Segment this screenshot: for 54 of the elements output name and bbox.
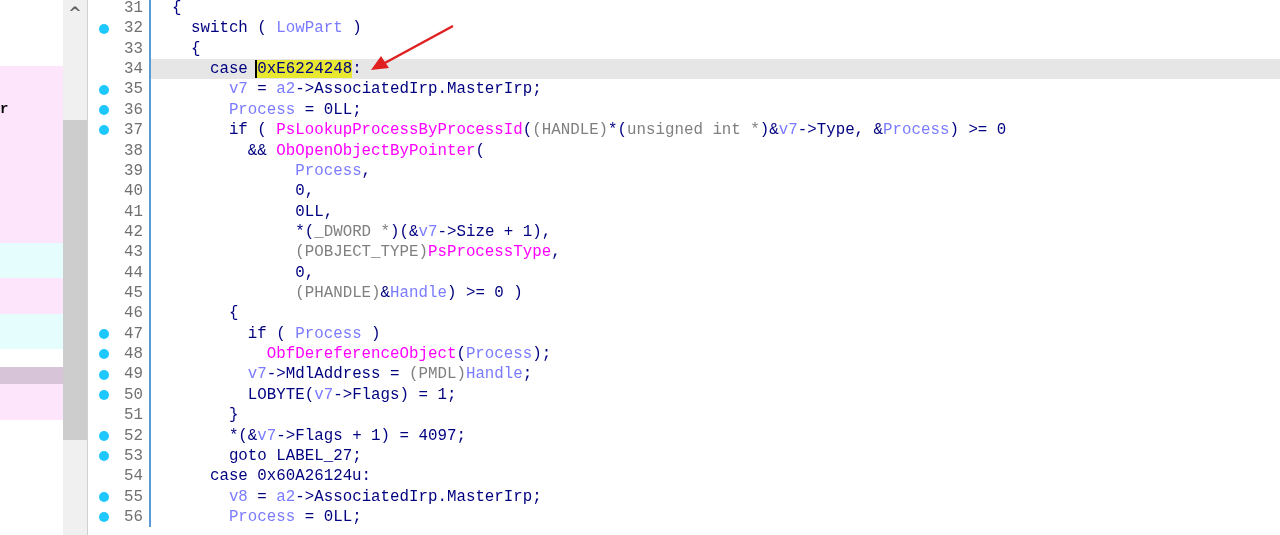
- line-number: 55: [124, 486, 143, 507]
- row-text: r: [0, 101, 9, 120]
- line-number: 31: [124, 0, 143, 19]
- line-number: 37: [124, 120, 143, 141]
- code-line: *(&v7->Flags + 1) = 4097;: [228, 425, 466, 446]
- code-line: if ( Process ): [247, 323, 381, 345]
- line-number: 41: [124, 201, 143, 222]
- code-line: Process = 0LL;: [228, 99, 362, 121]
- code-line: case 0x60A26124u:: [209, 466, 372, 487]
- line-number: 39: [124, 160, 143, 182]
- scrollbar-thumb[interactable]: [63, 120, 87, 440]
- code-line: {: [228, 303, 239, 324]
- line-number: 38: [124, 140, 143, 161]
- code-line: LOBYTE(v7->Flags) = 1;: [247, 384, 457, 406]
- line-number: 43: [124, 242, 143, 263]
- code-line: (PHANDLE)&Handle) >= 0 ): [295, 283, 523, 304]
- code-line: {: [172, 0, 182, 19]
- line-number: 46: [124, 303, 143, 324]
- code-line: Process,: [295, 160, 372, 182]
- line-number: 56: [124, 507, 143, 528]
- line-number: 47: [124, 323, 143, 345]
- line-number: 42: [124, 221, 143, 243]
- code-line: v7->MdlAddress = (PMDL)Handle;: [247, 364, 533, 385]
- line-number: 33: [124, 38, 143, 60]
- line-number: 34: [124, 59, 143, 80]
- line-number: 44: [124, 262, 143, 284]
- line-number: 40: [124, 181, 143, 202]
- line-number: 53: [124, 445, 143, 467]
- line-number: 48: [124, 344, 143, 365]
- code-line: Process = 0LL;: [228, 507, 362, 528]
- line-number: 52: [124, 425, 143, 446]
- code-line: {: [190, 38, 201, 60]
- code-line: 0,: [295, 262, 315, 284]
- line-number: 45: [124, 283, 143, 304]
- scroll-up-button[interactable]: ^: [63, 0, 87, 24]
- line-number: 54: [124, 466, 143, 487]
- line-number: 32: [124, 18, 143, 39]
- code-line: v7 = a2->AssociatedIrp.MasterIrp;: [228, 79, 542, 100]
- code-line: *(_DWORD *)(&v7->Size + 1),: [295, 221, 552, 243]
- line-number: 35: [124, 79, 143, 100]
- line-number: 36: [124, 99, 143, 121]
- code-line: (POBJECT_TYPE)PsProcessType,: [295, 242, 561, 263]
- code-line: }: [228, 405, 239, 426]
- line-number: 50: [124, 384, 143, 406]
- code-line: && ObOpenObjectByPointer(: [247, 140, 485, 161]
- code-line: goto LABEL_27;: [228, 445, 362, 467]
- line-number: 49: [124, 364, 143, 385]
- code-line: v8 = a2->AssociatedIrp.MasterIrp;: [228, 486, 542, 507]
- code-line: 0,: [295, 181, 315, 202]
- code-line: ObfDereferenceObject(Process);: [266, 344, 552, 365]
- code-line: if ( PsLookupProcessByProcessId((HANDLE)*(unsigned int *)&v7->Type, &Process) >= 0: [228, 120, 1007, 141]
- line-number: 51: [124, 405, 143, 426]
- code-line: 0LL,: [295, 201, 334, 222]
- code-line: switch ( LowPart ): [190, 18, 362, 39]
